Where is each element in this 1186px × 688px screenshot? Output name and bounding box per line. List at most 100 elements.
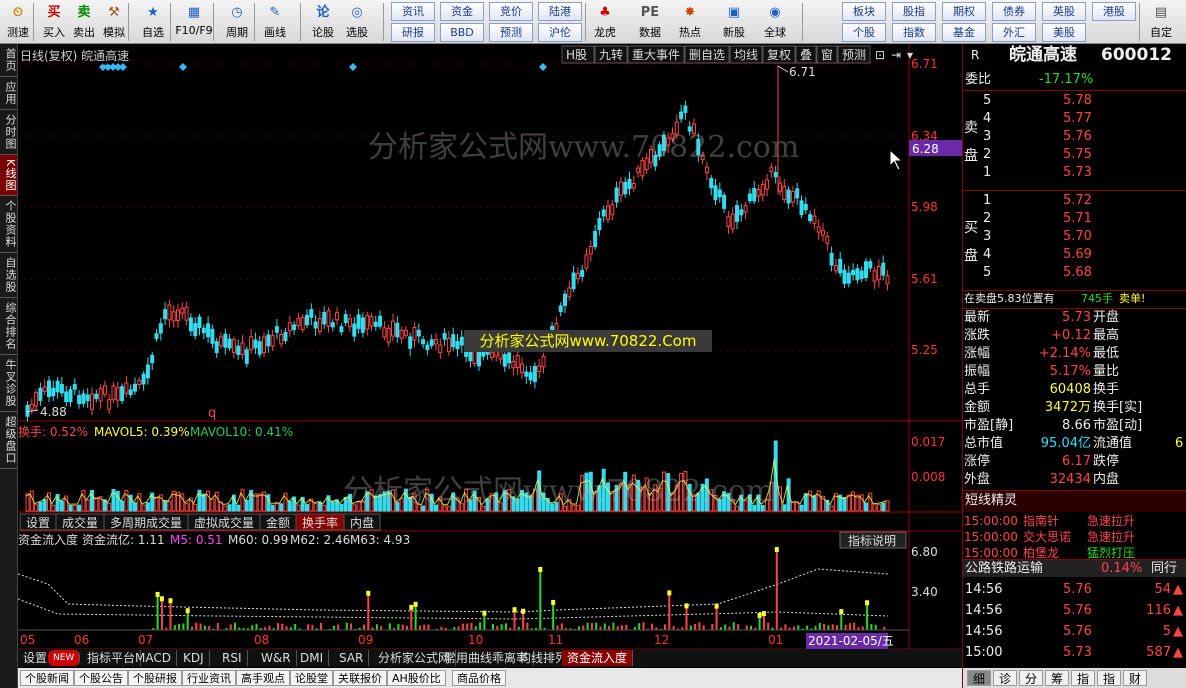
ind-bar-13	[203, 625, 206, 630]
info-tab-6[interactable]: 关联报价	[333, 670, 387, 686]
ind-bar-cap-161	[839, 609, 844, 615]
info-tab-5[interactable]: 论股堂	[290, 670, 333, 686]
candle-body-56	[266, 334, 271, 347]
info-tab-4[interactable]: 高手观点	[236, 670, 290, 686]
quick-btn-a-2[interactable]: 竞价	[489, 2, 533, 21]
info-tab-2[interactable]: 个股研报	[128, 670, 182, 686]
toolbar-button-4[interactable]: ★ 自选	[135, 1, 171, 43]
toolbar-button-9[interactable]: ◎ 选股	[339, 1, 375, 43]
left-tab-2[interactable]: 分时图	[0, 110, 17, 155]
right-tab-0[interactable]: 细	[967, 670, 991, 686]
toolbar-button-8[interactable]: 论论股	[305, 1, 341, 43]
indicator-tabs: 设置 NEW 指标平台 MACD KDJ RSI W&R DMI SAR 分析家公式网 常用曲线乖离…	[18, 649, 962, 667]
left-tab-3[interactable]: K线图	[0, 155, 17, 197]
info-tab-7[interactable]: AH股价比	[387, 670, 446, 686]
ind-bar-cap-3	[159, 596, 164, 602]
quick-btn-a-7[interactable]: 沪伦	[538, 23, 582, 42]
weibi-row: 委比 -17.17%	[963, 71, 1186, 89]
quick-btn-a-1[interactable]: 资金	[440, 2, 484, 21]
bottom-tab-4[interactable]: KDJ	[178, 650, 210, 666]
candle-body-44	[214, 341, 219, 353]
toolbar-button-13[interactable]: ✸ 热点	[672, 1, 708, 43]
ind-bar-cap-5	[168, 598, 173, 604]
high-price-label: 6.71	[789, 65, 816, 79]
right-tab-5[interactable]: 指	[1097, 670, 1121, 686]
bottom-tab-6[interactable]: W&R	[256, 650, 297, 666]
quick-btn-b-4[interactable]: 英股	[1042, 2, 1086, 21]
vol-tab-0: 设置	[26, 516, 50, 530]
chart-tool-icon-0[interactable]: ⊡	[875, 48, 885, 62]
kline-chart-area[interactable]: 日线(复权) 皖通高速 H股 九转 重大事件 删自选 均线 复权叠窗预测 ⊡ ⇥ ▾ 6.71 6.3…	[17, 44, 962, 650]
quick-btn-b-5[interactable]: 港股	[1092, 2, 1136, 21]
chart-tool-icon-1[interactable]: ⇥	[891, 48, 901, 62]
candle-body-93	[425, 344, 430, 350]
right-tab-3[interactable]: 筹	[1045, 670, 1069, 686]
quick-btn-a-4[interactable]: 研报	[391, 23, 435, 42]
ind-bar-111	[625, 624, 628, 630]
quick-btn-b-8[interactable]: 基金	[942, 23, 986, 42]
toolbar-button-6[interactable]: ◷ 周期	[219, 1, 255, 43]
toolbar-button-16[interactable]: ▤ 自定	[1143, 1, 1179, 43]
candle-body-96	[438, 344, 443, 354]
left-tab-4[interactable]: 个股资料	[0, 196, 17, 254]
quick-btn-a-3[interactable]: 陆港	[538, 2, 582, 21]
toolbar-button-3[interactable]: ⚒ 模拟	[96, 1, 132, 43]
left-tab-0[interactable]: 首页	[0, 44, 17, 77]
toolbar-button-0[interactable]: ⏲ 测速	[0, 1, 36, 43]
candle-body-111	[502, 354, 507, 367]
toolbar-button-7[interactable]: ✎ 画线	[257, 1, 293, 43]
toolbar-button-15[interactable]: ◉ 全球	[757, 1, 793, 43]
quick-btn-b-10[interactable]: 美股	[1042, 23, 1086, 42]
quick-btn-b-9[interactable]: 外汇	[992, 23, 1036, 42]
candle-body-136	[610, 204, 615, 216]
right-tab-1[interactable]: 诊	[993, 670, 1017, 686]
ind-bar-cap-87	[521, 608, 526, 614]
right-tab-4[interactable]: 指	[1071, 670, 1095, 686]
quick-btn-b-2[interactable]: 期权	[942, 2, 986, 21]
bottom-tab-12[interactable]: 资金流入度	[562, 650, 634, 666]
toolbar-button-5[interactable]: ▦ F10/F9	[172, 1, 216, 43]
quick-btn-a-0[interactable]: 资讯	[391, 2, 435, 21]
candle-body-113	[511, 360, 516, 369]
quick-btn-b-3[interactable]: 债券	[992, 2, 1036, 21]
quick-btn-b-7[interactable]: 指数	[892, 23, 936, 42]
info-tab-3[interactable]: 行业资讯	[182, 670, 236, 686]
candle-body-6	[51, 387, 56, 397]
toolbar-button-14[interactable]: ▣ 新股	[716, 1, 752, 43]
candle-body-161	[717, 189, 722, 198]
ind-bar-31	[281, 623, 284, 630]
quick-btn-b-6[interactable]: 个股	[842, 23, 886, 42]
quick-btn-b-1[interactable]: 股指	[892, 2, 936, 21]
candle-body-0	[25, 405, 30, 417]
info-tab-0[interactable]: 个股新闻	[20, 670, 74, 686]
left-tab-6[interactable]: 综合排名	[0, 298, 17, 356]
bottom-tab-8[interactable]: SAR	[334, 650, 370, 666]
left-tab-7[interactable]: 牛叉诊股	[0, 355, 17, 413]
toolbar-button-12[interactable]: PE 数据	[632, 1, 668, 43]
candle-body-77	[356, 314, 361, 329]
bottom-tab-5[interactable]: RSI	[217, 650, 248, 666]
month-label-1: 06	[74, 633, 89, 647]
candle-body-91	[416, 329, 421, 337]
candle-body-94	[429, 339, 434, 346]
right-tab-2[interactable]: 分	[1019, 670, 1043, 686]
ind-bar-117	[651, 623, 654, 630]
toolbar-button-11[interactable]: ♣ 龙虎	[587, 1, 623, 43]
quick-btn-a-6[interactable]: 预测	[489, 23, 533, 42]
right-tab-6[interactable]: 财	[1123, 670, 1147, 686]
candle-body-26	[137, 379, 142, 385]
left-tab-8[interactable]: 超级盘口	[0, 412, 17, 470]
bottom-tab-7[interactable]: DMI	[295, 650, 330, 666]
candle-body-99	[451, 334, 456, 348]
left-tab-1[interactable]: 应用	[0, 77, 17, 110]
vol-tab-3: 虚拟成交量	[194, 515, 254, 530]
toolbar-label-4: 自选	[142, 26, 164, 39]
chart-top-btn-5: 复权	[767, 48, 791, 62]
left-tab-5[interactable]: 自选股	[0, 253, 17, 299]
quick-btn-a-5[interactable]: BBD	[440, 23, 484, 42]
quick-btn-b-0[interactable]: 板块	[842, 2, 886, 21]
info-tab-8[interactable]: 商品价格	[452, 670, 506, 686]
bottom-tab-3[interactable]: MACD	[130, 650, 177, 666]
info-tab-1[interactable]: 个股公告	[74, 670, 128, 686]
bottom-tab-1[interactable]: NEW	[48, 650, 81, 666]
